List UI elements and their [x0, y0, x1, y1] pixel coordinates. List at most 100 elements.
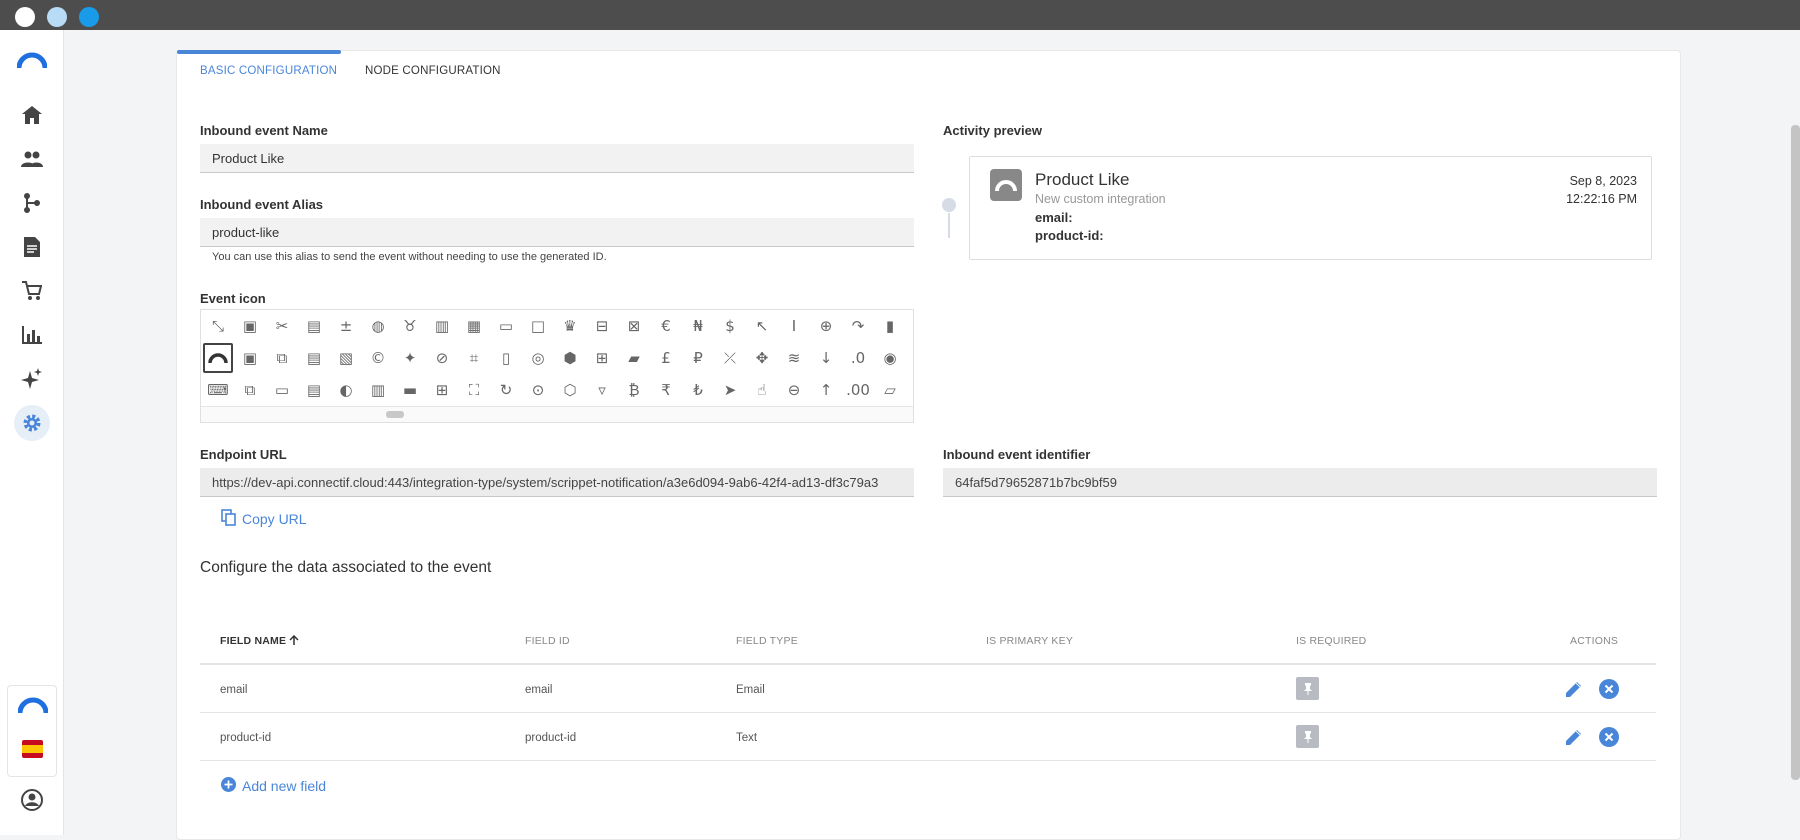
icon-option[interactable]: ▣	[235, 343, 265, 373]
icon-option[interactable]: ▦	[459, 311, 489, 341]
icon-option[interactable]: ▥	[427, 311, 457, 341]
identifier-field[interactable]: 64faf5d79652871b7bc9bf59	[943, 468, 1657, 497]
icon-option[interactable]: I	[779, 311, 809, 341]
settings-icon[interactable]	[14, 405, 50, 441]
icon-option[interactable]: ▭	[267, 375, 297, 405]
icon-option[interactable]: ☝	[747, 375, 777, 405]
icon-option[interactable]: ⊘	[427, 343, 457, 373]
workflow-icon[interactable]	[17, 188, 47, 218]
pin-icon[interactable]	[1296, 677, 1319, 700]
cart-icon[interactable]	[17, 276, 47, 306]
icon-option[interactable]: ◐	[331, 375, 361, 405]
icon-option[interactable]: ▤	[299, 375, 329, 405]
sparkle-icon[interactable]	[17, 364, 47, 394]
copy-url-button[interactable]: Copy URL	[221, 509, 307, 529]
icon-option[interactable]: ▰	[619, 343, 649, 373]
col-header-field-name[interactable]: FIELD NAME	[220, 634, 299, 647]
account-icon[interactable]	[17, 785, 47, 815]
page-scrollbar[interactable]	[1791, 125, 1800, 780]
icon-option[interactable]: ⊕	[811, 311, 841, 341]
icon-option[interactable]: ▥	[363, 375, 393, 405]
icon-option[interactable]: ↷	[843, 311, 873, 341]
icon-option[interactable]: ↑	[811, 375, 841, 405]
icon-option[interactable]: ▤	[299, 311, 329, 341]
icon-option[interactable]: ⧉	[235, 375, 265, 405]
icon-option[interactable]: ⊠	[619, 311, 649, 341]
alias-input[interactable]: product-like	[200, 218, 914, 247]
icon-option[interactable]: ✥	[747, 343, 777, 373]
icon-option[interactable]: ₽	[683, 343, 713, 373]
endpoint-url-field[interactable]: https://dev-api.connectif.cloud:443/inte…	[200, 468, 914, 497]
icon-option[interactable]: ₿	[619, 375, 649, 405]
icon-option[interactable]: ✦	[395, 343, 425, 373]
icon-option[interactable]: ◎	[523, 343, 553, 373]
icon-picker-scrollbar[interactable]	[201, 406, 913, 422]
icon-option[interactable]: ⤡	[203, 311, 233, 341]
window-maximize-dot[interactable]	[79, 7, 99, 27]
delete-icon[interactable]	[1597, 725, 1621, 749]
icon-option[interactable]: $	[715, 311, 745, 341]
home-icon[interactable]	[17, 100, 47, 130]
pin-icon[interactable]	[1296, 725, 1319, 748]
window-close-dot[interactable]	[15, 7, 35, 27]
icon-option[interactable]: ▿	[587, 375, 617, 405]
icon-option[interactable]: ±	[331, 311, 361, 341]
people-icon[interactable]	[17, 144, 47, 174]
icon-option[interactable]: ₦	[683, 311, 713, 341]
icon-option[interactable]: ⌨	[203, 375, 233, 405]
icon-option[interactable]: ⤫	[715, 343, 745, 373]
window-minimize-dot[interactable]	[47, 7, 67, 27]
edit-icon[interactable]	[1562, 677, 1586, 701]
icon-option[interactable]: .00	[843, 375, 873, 405]
icon-option[interactable]: ⊞	[427, 375, 457, 405]
icon-option[interactable]: ▱	[875, 375, 905, 405]
icon-option[interactable]: €	[651, 311, 681, 341]
icon-option[interactable]: ♉	[395, 311, 425, 341]
col-header-primary-key[interactable]: IS PRIMARY KEY	[986, 635, 1073, 647]
icon-option[interactable]: ▯	[491, 343, 521, 373]
delete-icon[interactable]	[1597, 677, 1621, 701]
icon-option[interactable]: ↖	[747, 311, 777, 341]
icon-option[interactable]: ▭	[491, 311, 521, 341]
icon-option[interactable]: ⬢	[555, 343, 585, 373]
icon-option[interactable]: ▤	[299, 343, 329, 373]
selected-event-icon[interactable]	[203, 343, 233, 373]
event-icon-picker[interactable]: ⤡ ▣ ✂ ▤ ± ◍ ♉ ▥ ▦ ▭ □ ♛ ⊟ ⊠ € ₦ $ ↖ I ⊕ ↷ ▮ ▣ ⧉ ▤ ▧ © ✦ ⊘ ⌗ ▯ ◎ ⬢ ⊞ ▰ £ ₽ ⤫ ✥ ≋…	[200, 309, 914, 423]
icon-option[interactable]: □	[523, 311, 553, 341]
document-icon[interactable]	[17, 232, 47, 262]
icon-option[interactable]: ₹	[651, 375, 681, 405]
col-header-field-type[interactable]: FIELD TYPE	[736, 635, 798, 647]
icon-option[interactable]: ©	[363, 343, 393, 373]
icon-option[interactable]: ◍	[363, 311, 393, 341]
icon-option[interactable]: ✂	[267, 311, 297, 341]
icon-option[interactable]: ⊟	[587, 311, 617, 341]
icon-option[interactable]: ➤	[715, 375, 745, 405]
icon-picker-scroll-thumb[interactable]	[386, 411, 404, 418]
workspace-switcher[interactable]	[7, 685, 57, 777]
icon-option[interactable]: ₺	[683, 375, 713, 405]
icon-option[interactable]: ◉	[875, 343, 905, 373]
bar-chart-icon[interactable]	[17, 320, 47, 350]
connectif-logo-icon[interactable]	[17, 44, 47, 74]
icon-option[interactable]: ⌗	[459, 343, 489, 373]
icon-option[interactable]: ▣	[235, 311, 265, 341]
icon-option[interactable]: ♛	[555, 311, 585, 341]
icon-option[interactable]: ⊖	[779, 375, 809, 405]
add-field-button[interactable]: Add new field	[221, 777, 326, 795]
icon-option[interactable]: ⊞	[587, 343, 617, 373]
icon-option[interactable]: ↻	[491, 375, 521, 405]
icon-option[interactable]: ≋	[779, 343, 809, 373]
icon-option[interactable]: .0	[843, 343, 873, 373]
icon-option[interactable]: ⧉	[267, 343, 297, 373]
icon-option[interactable]: ↓	[811, 343, 841, 373]
icon-option[interactable]: £	[651, 343, 681, 373]
name-input[interactable]: Product Like	[200, 144, 914, 173]
icon-option[interactable]: ⊙	[523, 375, 553, 405]
edit-icon[interactable]	[1562, 725, 1586, 749]
tab-basic-configuration[interactable]: BASIC CONFIGURATION	[200, 65, 337, 77]
tab-node-configuration[interactable]: NODE CONFIGURATION	[365, 65, 501, 77]
icon-option[interactable]: ▬	[395, 375, 425, 405]
icon-option[interactable]: ⛶	[459, 375, 489, 405]
icon-option[interactable]: ⬡	[555, 375, 585, 405]
icon-option[interactable]: ▧	[331, 343, 361, 373]
